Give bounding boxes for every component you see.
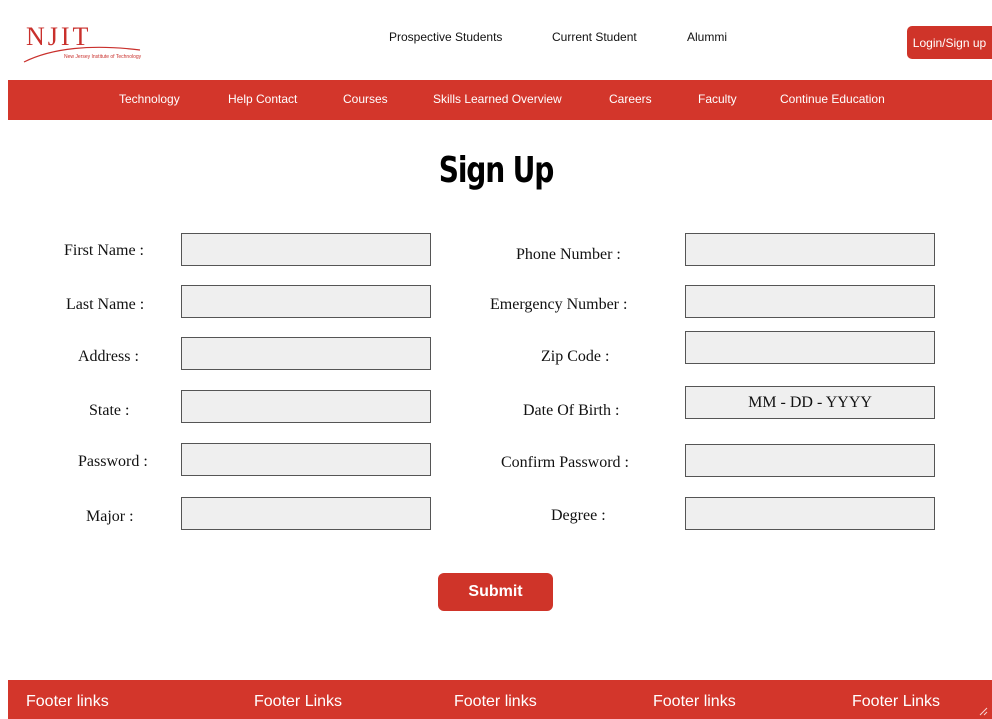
- nav-item-help-contact[interactable]: Help Contact: [228, 92, 297, 106]
- confirm-password-label: Confirm Password :: [501, 454, 629, 471]
- address-field[interactable]: [181, 337, 431, 370]
- degree-label: Degree :: [551, 507, 606, 524]
- zip-code-label: Zip Code :: [541, 348, 610, 365]
- nav-item-skills-learned-overview[interactable]: Skills Learned Overview: [433, 92, 562, 106]
- footer: Footer links Footer Links Footer links F…: [8, 680, 992, 719]
- link-alumni[interactable]: Alummi: [687, 30, 727, 44]
- top-header: NJIT New Jersey Institute of Technology …: [0, 0, 992, 80]
- emergency-number-field[interactable]: [685, 285, 935, 318]
- submit-button[interactable]: Submit: [438, 573, 553, 611]
- major-field[interactable]: [181, 497, 431, 530]
- logo-subtitle: New Jersey Institute of Technology: [64, 54, 142, 60]
- login-signup-button[interactable]: Login/Sign up: [907, 26, 992, 59]
- nav-item-careers[interactable]: Careers: [609, 92, 652, 106]
- phone-number-field[interactable]: [685, 233, 935, 266]
- link-current-student[interactable]: Current Student: [552, 30, 637, 44]
- password-label: Password :: [78, 453, 148, 470]
- footer-link-2[interactable]: Footer Links: [254, 693, 342, 711]
- njit-logo[interactable]: NJIT New Jersey Institute of Technology: [22, 22, 182, 66]
- nav-item-continue-education[interactable]: Continue Education: [780, 92, 885, 106]
- phone-number-label: Phone Number :: [516, 246, 621, 263]
- footer-link-4[interactable]: Footer links: [653, 693, 736, 711]
- address-label: Address :: [78, 348, 139, 365]
- state-label: State :: [89, 402, 130, 419]
- resize-grip-icon[interactable]: [978, 706, 988, 716]
- first-name-label: First Name :: [64, 242, 144, 259]
- nav-item-courses[interactable]: Courses: [343, 92, 388, 106]
- page-title: Sign Up: [438, 150, 555, 191]
- state-field[interactable]: [181, 390, 431, 423]
- last-name-label: Last Name :: [66, 296, 145, 313]
- confirm-password-field[interactable]: [685, 444, 935, 477]
- degree-field[interactable]: [685, 497, 935, 530]
- logo-letters: NJIT: [26, 22, 92, 51]
- major-label: Major :: [86, 508, 134, 525]
- password-field[interactable]: [181, 443, 431, 476]
- first-name-field[interactable]: [181, 233, 431, 266]
- last-name-field[interactable]: [181, 285, 431, 318]
- date-of-birth-field[interactable]: [685, 386, 935, 419]
- footer-link-3[interactable]: Footer links: [454, 693, 537, 711]
- emergency-number-label: Emergency Number :: [490, 296, 628, 313]
- nav-item-faculty[interactable]: Faculty: [698, 92, 737, 106]
- date-of-birth-label: Date Of Birth :: [523, 402, 620, 419]
- main-nav: Technology Help Contact Courses Skills L…: [8, 80, 992, 120]
- link-prospective-students[interactable]: Prospective Students: [389, 30, 502, 44]
- zip-code-field[interactable]: [685, 331, 935, 364]
- nav-item-technology[interactable]: Technology: [119, 92, 180, 106]
- footer-link-1[interactable]: Footer links: [26, 693, 109, 711]
- footer-link-5[interactable]: Footer Links: [852, 693, 940, 711]
